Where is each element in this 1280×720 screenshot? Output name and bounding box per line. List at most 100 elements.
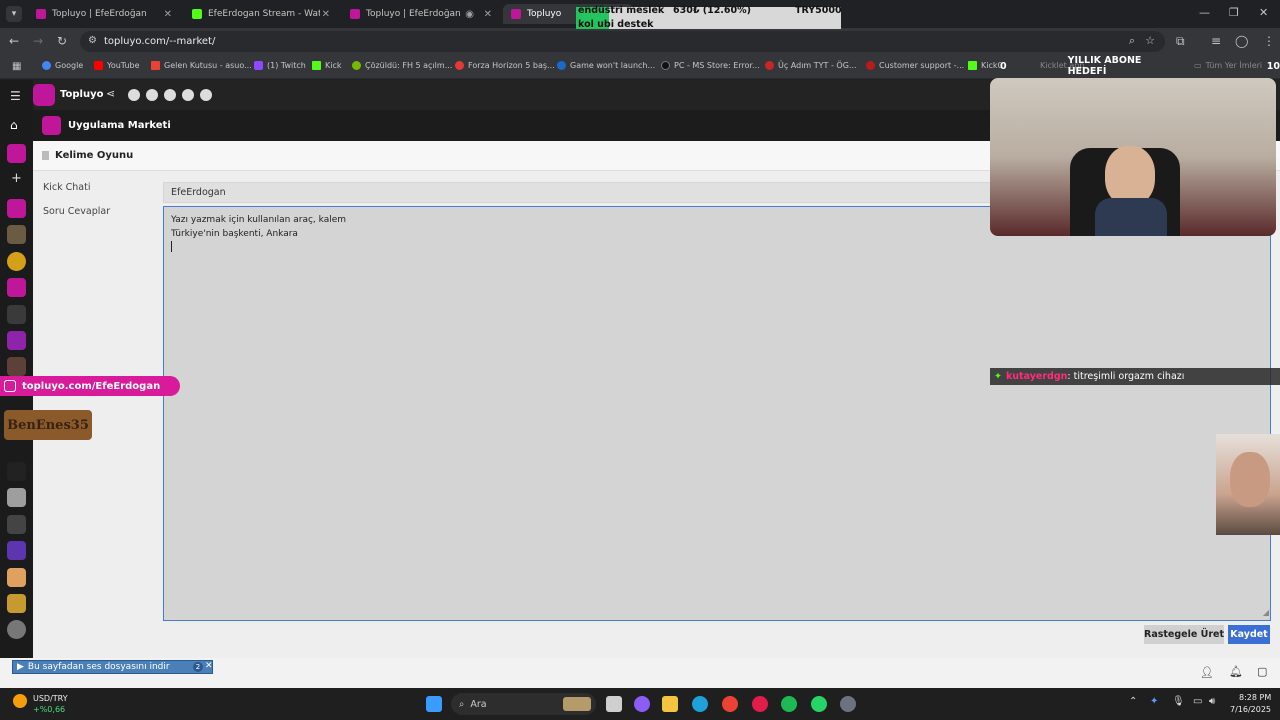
- file-explorer-icon[interactable]: [662, 696, 678, 712]
- app-icon[interactable]: [840, 696, 856, 712]
- menu-dots-icon[interactable]: ⋮: [1263, 34, 1275, 48]
- restore-icon[interactable]: ❐: [1229, 6, 1239, 19]
- server-avatar-icon[interactable]: [7, 541, 26, 560]
- efe-server-icon[interactable]: [7, 252, 26, 271]
- tab-search-icon[interactable]: ▾: [6, 6, 22, 22]
- ticker-change: +%0,66: [33, 705, 66, 714]
- search-icon: ⌕: [459, 698, 465, 710]
- bookmark-kickclip[interactable]: KickClip: [968, 61, 1001, 70]
- topluyo-logo-icon[interactable]: [33, 84, 55, 106]
- bookmark-star-icon[interactable]: ☆: [1145, 34, 1155, 47]
- server-avatar-icon[interactable]: [7, 515, 26, 534]
- server-avatar-icon[interactable]: [7, 620, 26, 639]
- server-avatar-icon[interactable]: [7, 488, 26, 507]
- close-window-icon[interactable]: ✕: [1259, 6, 1268, 19]
- server-avatar-icon[interactable]: [7, 462, 26, 481]
- bookmark-youtube[interactable]: YouTube: [94, 61, 140, 70]
- server-avatar-icon[interactable]: [7, 568, 26, 587]
- app-brand: Topluyo: [60, 89, 104, 100]
- apps-grid-icon[interactable]: ▦: [12, 61, 21, 72]
- chrome-icon[interactable]: [722, 696, 738, 712]
- volume-icon[interactable]: 🔊︎: [1209, 696, 1215, 707]
- home-icon[interactable]: ⌂: [10, 118, 18, 132]
- server-avatar-icon[interactable]: [7, 331, 26, 350]
- copilot-icon[interactable]: [634, 696, 650, 712]
- tray-app-icon[interactable]: ✦: [1150, 696, 1158, 707]
- site-info-icon[interactable]: ⚙: [88, 35, 97, 46]
- taskbar-search[interactable]: ⌕ Ara: [451, 693, 596, 715]
- browser-tab-2[interactable]: EfeErdogan Stream - Watch Liv ✕: [184, 4, 336, 24]
- topluyo-server-icon[interactable]: [7, 144, 26, 163]
- bookmark-tyt[interactable]: Üç Adım TYT - ÖG...: [765, 61, 857, 70]
- tiktok-icon[interactable]: [200, 89, 212, 101]
- notification-bell-icon[interactable]: 🔔︎: [1229, 665, 1243, 678]
- clock-date[interactable]: 7/16/2025: [1230, 705, 1271, 714]
- chat-icon[interactable]: ▢: [1257, 665, 1267, 678]
- topluyo-server-icon[interactable]: [7, 278, 26, 297]
- save-button[interactable]: Kaydet: [1228, 625, 1270, 644]
- help-badge[interactable]: 2: [193, 662, 203, 672]
- browser-tab-3[interactable]: Topluyo | EfeErdoğan ◉ ✕: [342, 4, 498, 24]
- extensions-icon[interactable]: ⧉: [1176, 34, 1185, 49]
- hamburger-menu-icon[interactable]: ☰: [10, 89, 21, 103]
- bookmark-msstore[interactable]: PC - MS Store: Error...: [661, 61, 760, 70]
- share-icon[interactable]: ⋖: [106, 87, 115, 100]
- clock-time[interactable]: 8:28 PM: [1239, 693, 1271, 702]
- youtube-icon[interactable]: [146, 89, 158, 101]
- add-server-icon[interactable]: +: [11, 171, 22, 186]
- tray-chevron-icon[interactable]: ⌃: [1129, 696, 1137, 707]
- browser-tab-1[interactable]: Topluyo | EfeErdoğan ✕: [28, 4, 178, 24]
- bookmark-twitch[interactable]: (1) Twitch: [254, 61, 306, 70]
- opera-icon[interactable]: [752, 696, 768, 712]
- topluyo-server-icon[interactable]: [7, 199, 26, 218]
- subscriber-goal-overlay: 0 YILLIK ABONE HEDEFİ 10: [1000, 55, 1280, 77]
- qa-textarea[interactable]: Yazı yazmak için kullanılan araç, kalem …: [163, 206, 1271, 621]
- zoom-icon[interactable]: ⌕: [1129, 34, 1135, 48]
- task-view-icon[interactable]: [606, 696, 622, 712]
- bookmark-kick[interactable]: Kick: [312, 61, 342, 70]
- bookmark-forza[interactable]: Forza Horizon 5 baş...: [455, 61, 555, 70]
- network-icon[interactable]: ▭: [1193, 696, 1202, 707]
- bookmark-google[interactable]: Google: [42, 61, 83, 70]
- user-icon[interactable]: 👤︎: [1200, 666, 1214, 679]
- media-playing-icon[interactable]: ◉: [465, 9, 474, 20]
- minimize-icon[interactable]: —: [1199, 6, 1210, 19]
- store-icon: [661, 61, 670, 70]
- spotify-icon[interactable]: [781, 696, 797, 712]
- server-avatar-icon[interactable]: [7, 225, 26, 244]
- edge-icon[interactable]: [692, 696, 708, 712]
- close-icon[interactable]: ✕: [164, 9, 172, 20]
- google-icon: [42, 61, 51, 70]
- server-avatar-icon[interactable]: [7, 305, 26, 324]
- steam-icon: [557, 61, 566, 70]
- close-icon[interactable]: ✕: [484, 9, 492, 20]
- windows-start-icon[interactable]: [426, 696, 442, 712]
- forward-icon[interactable]: →: [33, 34, 43, 48]
- chat-text: : titreşimli orgazm cihazı: [1067, 371, 1185, 382]
- profile-icon[interactable]: ◯: [1235, 34, 1248, 48]
- resize-handle-icon[interactable]: ◢: [1263, 606, 1269, 620]
- pubg-server-icon[interactable]: [7, 594, 26, 613]
- whatsapp-icon[interactable]: [811, 696, 827, 712]
- bookmark-gmail[interactable]: Gelen Kutusu - asuo...: [151, 61, 252, 70]
- url-input[interactable]: ⚙ topluyo.com/--market/ ⌕ ☆: [80, 31, 1165, 52]
- close-icon[interactable]: ✕: [205, 661, 213, 671]
- linkedin-icon[interactable]: [182, 89, 194, 101]
- close-icon[interactable]: ✕: [322, 9, 330, 20]
- instagram-icon[interactable]: [128, 89, 140, 101]
- bookmark-fh5-fix[interactable]: Çözüldü: FH 5 açılm...: [352, 61, 452, 70]
- kick-icon: ✦: [994, 371, 1002, 382]
- server-avatar-icon[interactable]: [7, 357, 26, 376]
- microphone-icon[interactable]: 🎙︎: [1172, 696, 1185, 707]
- back-icon[interactable]: ←: [9, 34, 19, 48]
- sound-download-bar[interactable]: ▶ Bu sayfadan ses dosyasını indir 2 ✕: [12, 660, 213, 674]
- reload-icon[interactable]: ↻: [57, 34, 67, 48]
- random-generate-button[interactable]: Rastegele Üret: [1144, 625, 1224, 644]
- url-text: topluyo.com/--market/: [104, 36, 216, 47]
- osym-icon: [765, 61, 774, 70]
- kick-icon[interactable]: [164, 89, 176, 101]
- media-controls-icon[interactable]: ≡: [1211, 34, 1221, 48]
- bookmark-support[interactable]: Customer support -...: [866, 61, 964, 70]
- bookmark-steam[interactable]: Game won't launch...: [557, 61, 655, 70]
- youtube-icon: [94, 61, 103, 70]
